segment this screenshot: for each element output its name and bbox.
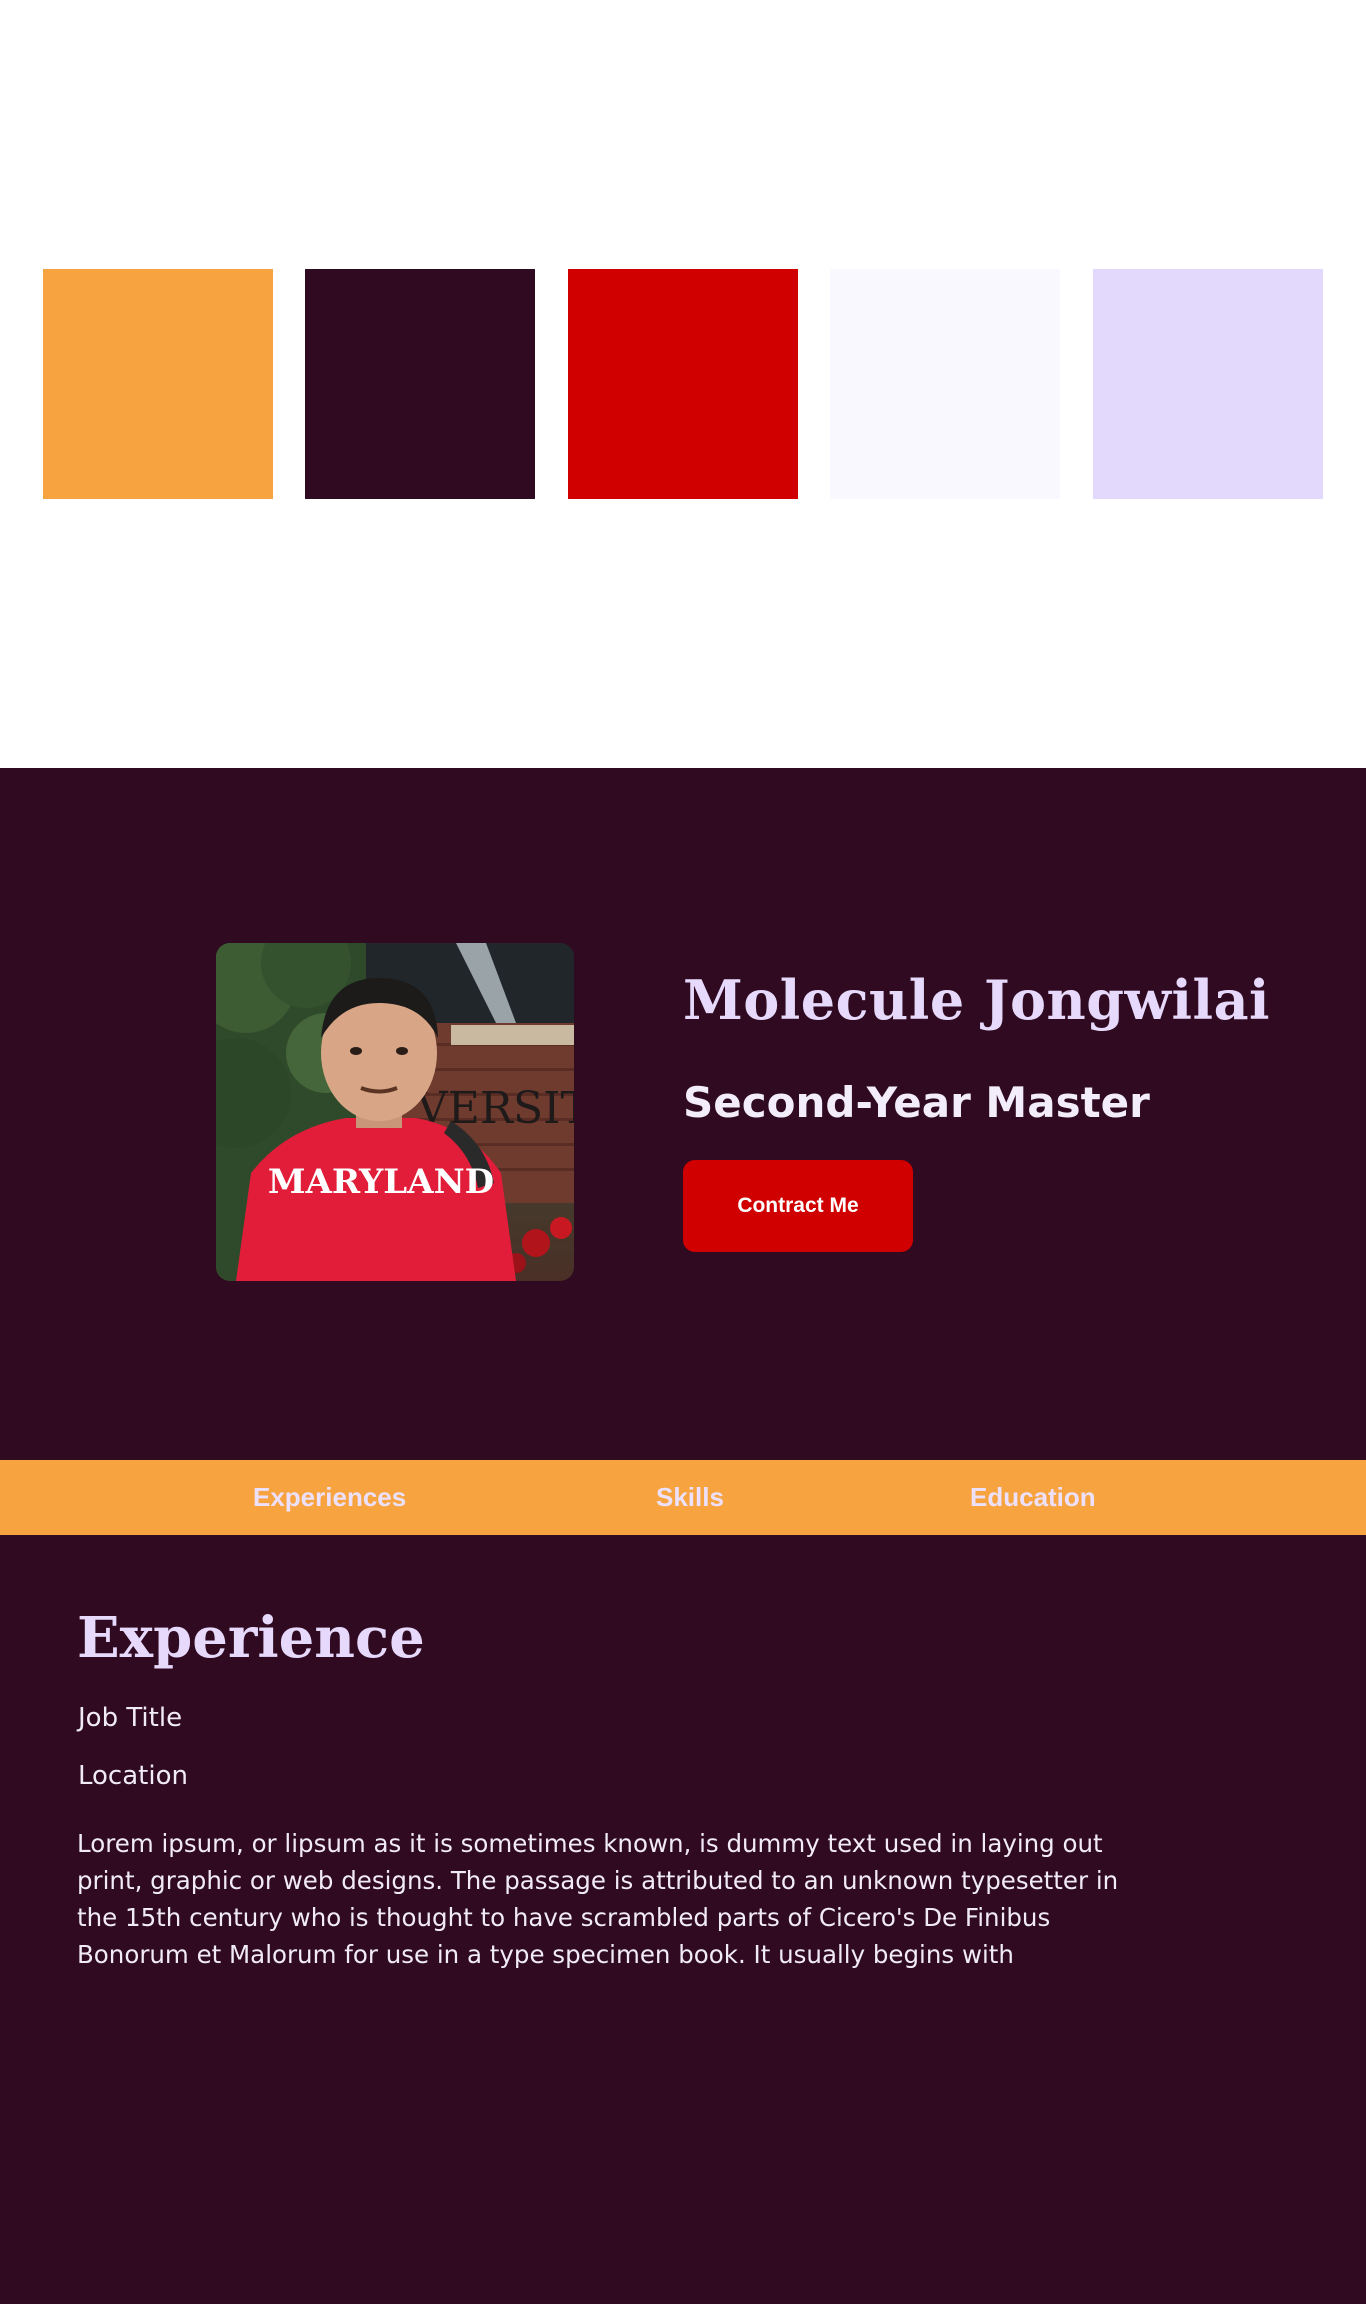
nav-education[interactable]: Education xyxy=(970,1460,1096,1535)
profile-name: Molecule Jongwilai xyxy=(683,968,1271,1032)
hero-section: VERSIT MARYLAND Molecule Jongwilai Secon… xyxy=(0,768,1366,1460)
swatch-white xyxy=(830,269,1060,499)
swatch-red xyxy=(568,269,798,499)
color-palette xyxy=(0,0,1366,768)
swatch-orange xyxy=(43,269,273,499)
section-nav: Experiences Skills Education xyxy=(0,1460,1366,1535)
job-location: Location xyxy=(78,1761,188,1791)
profile-role: Second-Year Master xyxy=(683,1078,1150,1127)
job-description: Lorem ipsum, or lipsum as it is sometime… xyxy=(77,1829,1119,1969)
swatch-lavender xyxy=(1093,269,1323,499)
profile-photo: VERSIT MARYLAND xyxy=(216,943,574,1281)
profile-photo-illustration: VERSIT MARYLAND xyxy=(216,943,574,1281)
svg-text:MARYLAND: MARYLAND xyxy=(268,1162,494,1202)
nav-skills[interactable]: Skills xyxy=(656,1460,724,1535)
contact-me-button[interactable]: Contract Me xyxy=(683,1160,913,1252)
job-title: Job Title xyxy=(78,1703,183,1733)
swatch-plum xyxy=(305,269,535,499)
nav-experiences[interactable]: Experiences xyxy=(253,1460,406,1535)
experience-section: Experience Job Title Location Lorem ipsu… xyxy=(0,1535,1366,2304)
experience-heading: Experience xyxy=(77,1605,425,1671)
